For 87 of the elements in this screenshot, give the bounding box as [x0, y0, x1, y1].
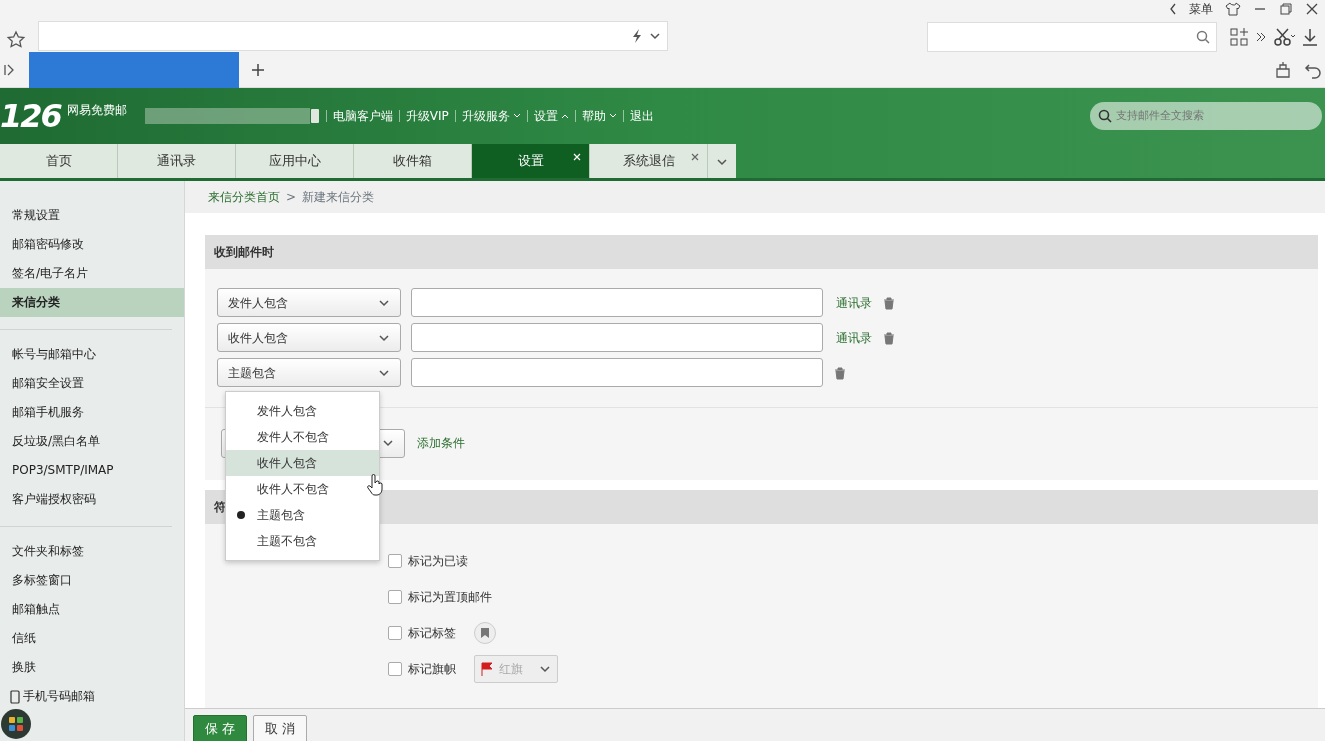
sidebar-item[interactable]: 邮箱手机服务	[0, 398, 184, 427]
checkbox[interactable]: 标记标签	[388, 624, 456, 642]
caret-up-icon[interactable]	[560, 112, 569, 119]
sidebar-item[interactable]: 来信分类	[0, 288, 184, 317]
scissors-icon[interactable]	[1273, 27, 1295, 47]
condition-select[interactable]: 主题包含	[217, 358, 401, 387]
dropdown-option[interactable]: 收件人包含	[226, 450, 379, 476]
sidebar-item[interactable]: 客户端授权密码	[0, 485, 184, 514]
star-icon[interactable]	[6, 30, 26, 50]
phone-icon[interactable]	[309, 107, 320, 124]
header-link[interactable]: 电脑客户端	[332, 106, 393, 125]
apps-icon[interactable]	[1229, 27, 1249, 47]
shirt-icon[interactable]	[1225, 2, 1241, 16]
menu-label[interactable]: 菜单	[1189, 0, 1213, 18]
chevron-down-icon	[539, 663, 551, 675]
save-button[interactable]: 保 存	[193, 715, 247, 741]
phone-icon	[10, 689, 20, 704]
chevron-down-icon[interactable]	[649, 30, 661, 42]
close-icon[interactable]	[691, 153, 699, 161]
tab[interactable]: 首页	[0, 144, 118, 178]
dropdown-option[interactable]: 主题不包含	[226, 528, 379, 554]
caret-down-icon[interactable]	[608, 112, 617, 119]
sidebar-item[interactable]: 邮箱密码修改	[0, 230, 184, 259]
search-field[interactable]: 支持邮件全文搜索	[1090, 101, 1322, 130]
add-condition-link[interactable]: 添加条件	[417, 434, 465, 452]
header-link[interactable]: 退出	[629, 106, 654, 125]
input-field[interactable]	[411, 358, 823, 387]
app-launcher-icon[interactable]	[0, 708, 32, 740]
breadcrumb-separator: >	[286, 189, 297, 206]
section-title: 收到邮件时	[205, 235, 1318, 269]
trash-icon[interactable]	[833, 365, 847, 380]
download-icon[interactable]	[1301, 27, 1319, 47]
contacts-link[interactable]: 通讯录	[836, 293, 872, 312]
tab[interactable]: 收件箱	[354, 144, 472, 178]
sidebar-item[interactable]: 邮箱安全设置	[0, 369, 184, 398]
header-link[interactable]: 设置	[533, 106, 569, 125]
dropdown-option[interactable]: 发件人包含	[226, 398, 379, 424]
lightning-icon[interactable]	[631, 29, 643, 43]
sidebar-item[interactable]: 反垃圾/黑白名单	[0, 427, 184, 456]
tab[interactable]: 系统退信	[590, 144, 708, 178]
chevron-down-icon	[382, 437, 394, 449]
address-field[interactable]	[38, 21, 668, 51]
tab[interactable]: 设置	[472, 144, 590, 178]
checkbox[interactable]: 标记旗帜	[388, 660, 456, 678]
tab[interactable]: 通讯录	[118, 144, 236, 178]
plus-icon[interactable]	[251, 62, 265, 77]
trash-icon[interactable]	[882, 330, 896, 345]
restore-icon[interactable]	[1279, 2, 1293, 16]
tag-button[interactable]	[474, 622, 496, 644]
sidebar-item[interactable]: 签名/电子名片	[0, 259, 184, 288]
header-link[interactable]: 帮助	[581, 106, 617, 125]
contacts-link[interactable]: 通讯录	[836, 328, 872, 347]
logo[interactable]: 126	[0, 96, 61, 135]
sidebar-item[interactable]: 手机号码邮箱	[0, 682, 184, 711]
input-field[interactable]	[411, 288, 823, 317]
condition-select[interactable]: 收件人包含	[217, 323, 401, 352]
brand-name: 网易免费邮	[66, 102, 127, 119]
header-link[interactable]: 升级VIP	[405, 106, 449, 125]
bookmark-icon	[481, 628, 489, 638]
sidebar-item[interactable]: POP3/SMTP/IMAP	[0, 456, 184, 485]
search-field[interactable]	[927, 22, 1217, 52]
sidebar-item[interactable]: 多标签窗口	[0, 566, 184, 595]
browser-tab[interactable]	[29, 51, 239, 88]
checkbox[interactable]: 标记为已读	[388, 552, 468, 570]
breadcrumb-link[interactable]: 来信分类首页	[208, 188, 280, 206]
sidebar-item[interactable]: 换肤	[0, 653, 184, 682]
chevron-left-icon[interactable]	[1169, 3, 1177, 15]
condition-select[interactable]: 发件人包含	[217, 288, 401, 317]
input-field[interactable]	[411, 323, 823, 352]
search-icon	[1098, 108, 1112, 123]
dropdown-option[interactable]: 发件人不包含	[226, 424, 379, 450]
close-icon[interactable]	[1305, 2, 1319, 16]
double-chevron-icon[interactable]	[1255, 31, 1267, 43]
sidebar-item[interactable]: 信纸	[0, 624, 184, 653]
breadcrumb-current: 新建来信分类	[302, 189, 375, 206]
sidebar-item[interactable]: 文件夹和标签	[0, 537, 184, 566]
caret-down-icon[interactable]	[512, 112, 521, 119]
flag-icon	[481, 662, 493, 676]
checkbox[interactable]: 标记为置顶邮件	[388, 588, 492, 606]
trash-icon[interactable]	[882, 295, 896, 310]
sidebar-item[interactable]: 邮箱触点	[0, 595, 184, 624]
header-link[interactable]: 升级服务	[461, 106, 521, 125]
tab[interactable]: 应用中心	[236, 144, 354, 178]
sidebar-item[interactable]: 帐号与邮箱中心	[0, 340, 184, 369]
search-icon	[1196, 30, 1210, 44]
sidebar-item[interactable]: 常规设置	[0, 201, 184, 230]
cancel-button[interactable]: 取 消	[253, 715, 307, 741]
